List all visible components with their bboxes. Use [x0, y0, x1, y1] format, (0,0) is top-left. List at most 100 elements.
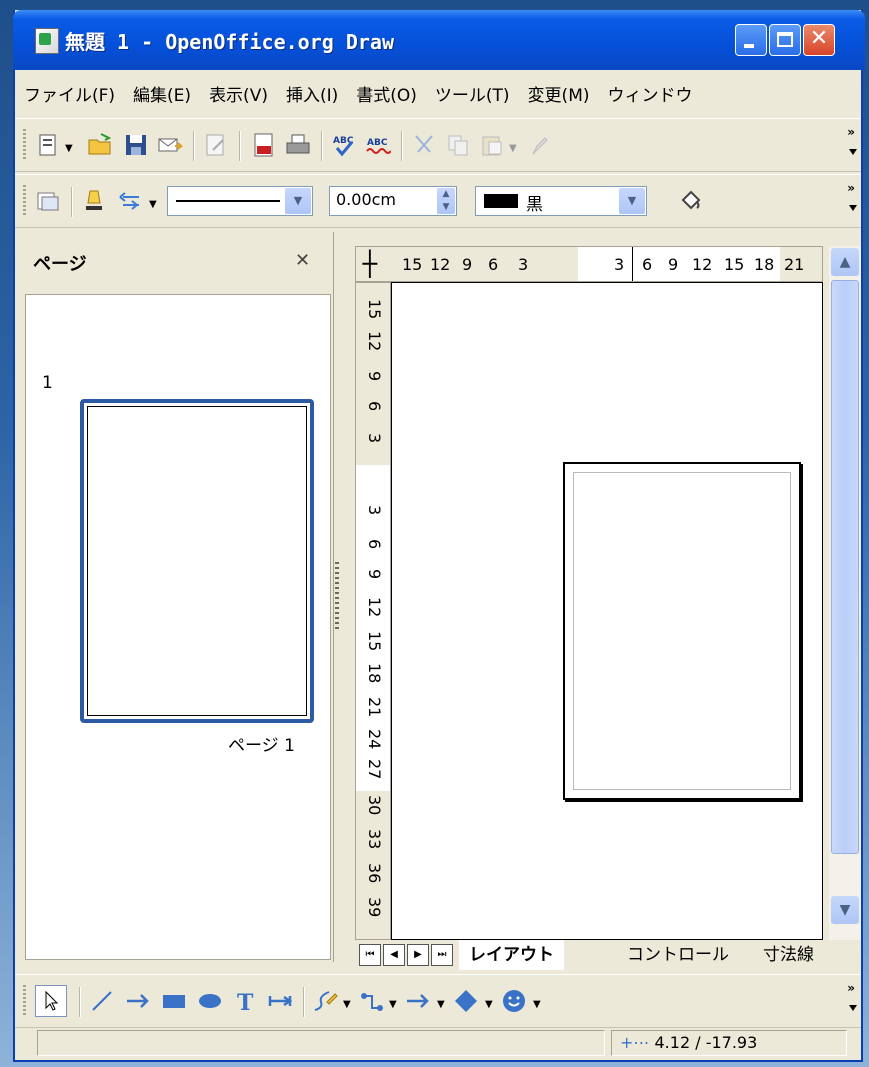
page-thumbnail-label: ページ 1 — [228, 736, 295, 756]
ellipse-tool-icon[interactable] — [197, 988, 223, 1014]
drawing-toolbar: T ▼ ▼ ▼ ▼ ▼ » — [15, 974, 861, 1028]
select-tool-button[interactable] — [35, 985, 67, 1017]
line-style-preview — [176, 200, 280, 202]
menu-tools[interactable]: ツール(T) — [426, 81, 519, 106]
save-icon[interactable] — [123, 132, 149, 158]
block-arrows-tool-icon[interactable] — [405, 988, 431, 1014]
menu-format[interactable]: 書式(O) — [347, 81, 426, 106]
curve-dropdown-icon[interactable]: ▼ — [343, 999, 351, 1010]
vertical-ruler[interactable]: 15 12 9 6 3 3 6 9 12 15 18 21 24 27 30 3… — [355, 282, 391, 940]
horizontal-ruler[interactable]: 15 12 9 6 3 3 6 9 12 15 18 21 — [355, 246, 823, 282]
scroll-down-icon[interactable]: ▼ — [831, 896, 859, 924]
line-icon[interactable] — [81, 188, 107, 214]
format-paintbrush-icon[interactable] — [527, 132, 553, 158]
vertical-scrollbar[interactable]: ▲ ▼ — [829, 246, 861, 940]
draw-app-icon — [35, 28, 59, 54]
toolbar-overflow-button[interactable]: » — [847, 125, 857, 155]
symbol-shapes-smiley-icon[interactable] — [501, 988, 527, 1014]
prev-tab-icon[interactable]: ◀ — [383, 944, 405, 966]
line-color-select[interactable]: 黒 ▼ — [475, 186, 647, 216]
pane-splitter[interactable] — [333, 232, 341, 962]
ruler-tick-label: 18 — [754, 255, 775, 274]
arrow-style-icon[interactable] — [117, 188, 143, 214]
line-tool-icon[interactable] — [89, 988, 115, 1014]
toolbar-grip[interactable] — [23, 185, 26, 217]
dimension-line-tool-icon[interactable] — [267, 988, 293, 1014]
paste-dropdown-arrow-icon[interactable]: ▼ — [509, 143, 517, 154]
styles-icon[interactable] — [35, 188, 61, 214]
menu-insert[interactable]: 挿入(I) — [277, 81, 347, 106]
email-icon[interactable] — [157, 132, 183, 158]
minimize-button[interactable] — [735, 24, 767, 56]
scroll-up-icon[interactable]: ▲ — [831, 248, 859, 276]
menu-view[interactable]: 表示(V) — [200, 81, 277, 106]
page-thumbnail[interactable] — [80, 399, 314, 723]
line-style-select[interactable]: ▼ — [167, 186, 313, 216]
open-folder-icon[interactable] — [87, 132, 113, 158]
block-arrows-dropdown-icon[interactable]: ▼ — [437, 999, 445, 1010]
close-icon[interactable]: ✕ — [295, 250, 310, 271]
ruler-origin-corner[interactable]: ┼ — [355, 246, 385, 282]
export-pdf-icon[interactable] — [251, 132, 277, 158]
toolbar-separator — [321, 131, 323, 161]
chevron-down-icon[interactable]: ▼ — [285, 188, 311, 214]
connector-tool-icon[interactable] — [359, 988, 385, 1014]
new-dropdown-arrow-icon[interactable]: ▼ — [65, 143, 73, 154]
title-bar[interactable]: 無題 1 - OpenOffice.org Draw ✕ — [13, 10, 865, 70]
splitter-grip-icon — [335, 562, 339, 632]
flowchart-dropdown-icon[interactable]: ▼ — [485, 999, 493, 1010]
freeform-curve-tool-icon[interactable] — [313, 988, 339, 1014]
arrow-style-dropdown-icon[interactable]: ▼ — [149, 199, 157, 210]
copy-icon[interactable] — [445, 132, 471, 158]
first-tab-icon[interactable]: ⏮ — [359, 944, 381, 966]
maximize-button[interactable] — [769, 24, 801, 56]
edit-file-icon[interactable] — [203, 132, 229, 158]
ruler-tick-label: 12 — [365, 331, 384, 352]
toolbar-separator — [79, 987, 81, 1017]
flowchart-tool-icon[interactable] — [453, 988, 479, 1014]
print-icon[interactable] — [285, 132, 311, 158]
area-fill-bucket-icon[interactable] — [677, 188, 703, 214]
text-tool-icon[interactable]: T — [233, 988, 259, 1014]
close-button[interactable]: ✕ — [803, 24, 835, 56]
ruler-tick-label: 12 — [430, 255, 451, 274]
spellcheck-icon[interactable]: ABC — [331, 132, 357, 158]
ruler-tick-label: 27 — [365, 759, 384, 780]
tab-dimension-lines[interactable]: 寸法線 — [753, 940, 824, 970]
menu-modify[interactable]: 変更(M) — [519, 81, 599, 106]
ruler-tick-label: 3 — [614, 255, 625, 274]
new-document-icon[interactable] — [35, 132, 61, 158]
last-tab-icon[interactable]: ⏭ — [431, 944, 453, 966]
chevron-down-icon[interactable]: ▼ — [619, 188, 645, 214]
autospellcheck-icon[interactable]: ABC — [365, 132, 391, 158]
toolbar-overflow-button[interactable]: » — [847, 181, 857, 211]
symbol-shapes-dropdown-icon[interactable]: ▼ — [533, 999, 541, 1010]
scrollbar-thumb[interactable] — [831, 280, 859, 854]
tab-layout[interactable]: レイアウト — [459, 940, 564, 970]
ruler-tick-label: 12 — [365, 597, 384, 618]
paste-icon[interactable] — [479, 132, 505, 158]
toolbar-separator — [303, 987, 305, 1017]
toolbar-grip[interactable] — [23, 985, 26, 1017]
ruler-tick-label: 24 — [365, 729, 384, 750]
drawing-page[interactable] — [563, 462, 801, 800]
app-window: 無題 1 - OpenOffice.org Draw ✕ ファイル(F) 編集(… — [13, 10, 865, 1062]
menu-file[interactable]: ファイル(F) — [15, 81, 124, 106]
cut-icon[interactable] — [411, 132, 437, 158]
ruler-tick-label: 9 — [365, 569, 384, 580]
connector-dropdown-icon[interactable]: ▼ — [389, 999, 397, 1010]
ruler-tick-label: 15 — [365, 299, 384, 320]
color-swatch — [484, 194, 518, 208]
spin-icon[interactable]: ▲ ▼ — [437, 188, 455, 214]
toolbar-overflow-button[interactable]: » — [847, 981, 857, 1011]
menu-edit[interactable]: 編集(E) — [124, 81, 200, 106]
next-tab-icon[interactable]: ▶ — [407, 944, 429, 966]
toolbar-grip[interactable] — [23, 129, 26, 161]
pages-pane-list[interactable]: 1 ページ 1 — [25, 294, 331, 960]
rectangle-tool-icon[interactable] — [161, 988, 187, 1014]
menu-window[interactable]: ウィンドウ — [599, 81, 702, 106]
tab-controls[interactable]: コントロール — [617, 940, 739, 970]
line-arrow-tool-icon[interactable] — [125, 988, 151, 1014]
ruler-tick-label: 15 — [365, 631, 384, 652]
line-width-stepper[interactable]: 0.00cm ▲ ▼ — [329, 186, 457, 216]
